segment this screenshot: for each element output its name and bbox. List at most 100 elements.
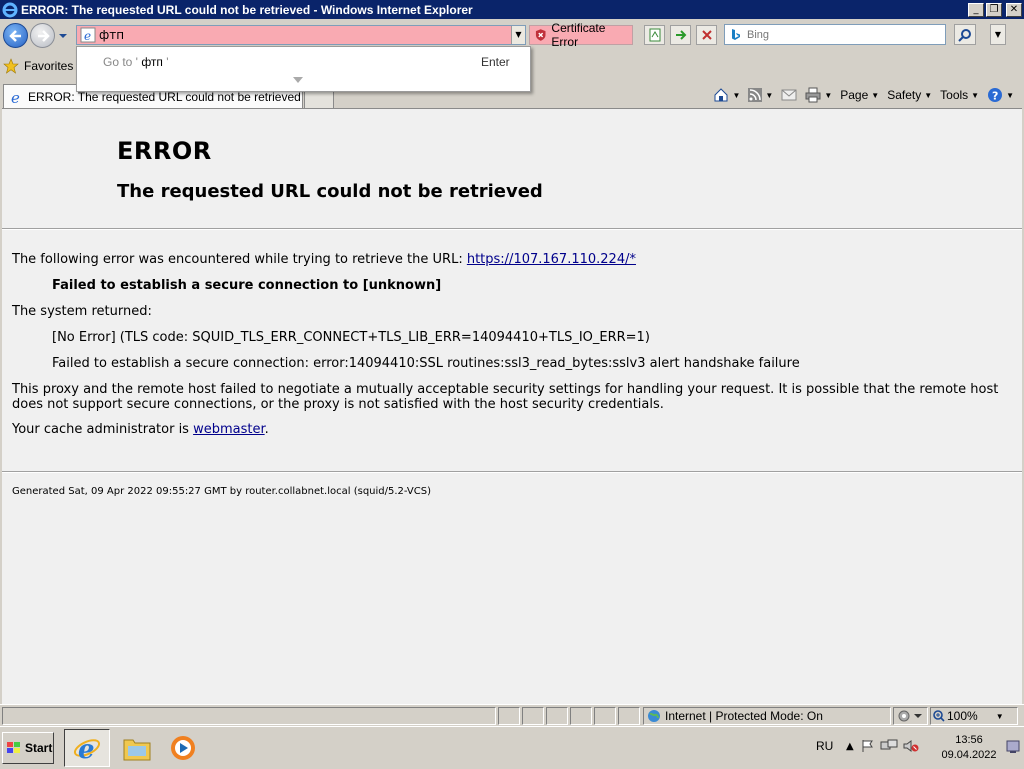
webmaster-link[interactable]: webmaster <box>193 422 265 437</box>
admin-prefix: Your cache administrator is <box>12 422 194 437</box>
stop-x-icon <box>701 30 712 40</box>
certificate-error-button[interactable]: Certificate Error <box>529 21 633 49</box>
requested-url-link[interactable]: https://107.167.110.224/* <box>467 252 636 267</box>
zone-label: Internet | Protected Mode: On <box>665 709 823 723</box>
back-button[interactable] <box>3 23 28 48</box>
system-returned-text: The system returned: <box>12 304 152 319</box>
folder-icon <box>123 739 151 761</box>
safety-menu-label: Safety <box>887 88 922 102</box>
status-text-pane <box>2 707 496 725</box>
feeds-button[interactable]: ▼ <box>748 88 773 102</box>
page-menu-label: Page <box>840 88 869 102</box>
zoom-magnifier-icon <box>933 710 945 722</box>
status-pane <box>546 707 568 725</box>
error-subheading: The requested URL could not be retrieved <box>117 181 543 202</box>
status-pane <box>522 707 544 725</box>
tools-menu-label: Tools <box>940 88 969 102</box>
title-bar: ERROR: The requested URL could not be re… <box>0 0 1024 19</box>
status-pane <box>498 707 520 725</box>
expand-suggestions-icon[interactable] <box>292 76 304 84</box>
restore-button[interactable]: ❐ <box>986 2 1002 17</box>
printer-icon <box>805 87 821 103</box>
page-menu[interactable]: Page ▼ <box>840 88 879 102</box>
svg-text:e: e <box>84 29 91 43</box>
address-input[interactable]: фтп <box>99 28 511 42</box>
taskbar-internet-explorer[interactable]: e <box>64 729 110 767</box>
zoom-button[interactable]: 100% ▼ <box>930 707 1018 725</box>
favorites-button[interactable]: Favorites <box>3 58 73 74</box>
bing-icon <box>732 28 740 40</box>
safety-menu[interactable]: Safety ▼ <box>887 88 932 102</box>
address-autocomplete-popup[interactable]: Go to ' фтп ' Enter <box>76 46 531 92</box>
svg-text:e: e <box>11 89 20 105</box>
status-pane <box>594 707 616 725</box>
zoom-dropdown-icon[interactable]: ▼ <box>996 712 1004 721</box>
go-button[interactable] <box>670 25 691 45</box>
search-button[interactable] <box>954 24 976 45</box>
admin-suffix: . <box>264 422 269 437</box>
zoom-level: 100% <box>947 709 978 723</box>
forward-arrow-icon <box>38 30 50 42</box>
page-ie-icon: e <box>80 27 96 43</box>
fail-connect-text: Failed to establish a secure connection … <box>52 278 442 293</box>
action-center-flag-icon[interactable] <box>860 739 876 753</box>
forward-button[interactable] <box>30 23 55 48</box>
help-button[interactable]: ? ▼ <box>987 87 1014 103</box>
print-button[interactable]: ▼ <box>805 87 832 103</box>
clock-date: 09.04.2022 <box>941 749 997 761</box>
volume-muted-icon[interactable] <box>902 739 920 753</box>
goto-suffix: ' <box>162 55 169 69</box>
taskbar-media-player[interactable] <box>160 729 206 767</box>
magnifier-icon <box>958 28 971 42</box>
favorites-star-icon <box>3 58 19 74</box>
page-content: ERROR The requested URL could not be ret… <box>2 108 1022 704</box>
start-button[interactable]: Start <box>2 732 54 764</box>
window-title: ERROR: The requested URL could not be re… <box>21 2 473 17</box>
divider-bottom <box>2 471 1022 473</box>
taskbar-windows-explorer[interactable] <box>114 729 160 767</box>
compatibility-view-button[interactable] <box>644 25 665 45</box>
search-box[interactable]: Bing <box>724 24 946 45</box>
clock[interactable]: 13:56 09.04.2022 <box>934 733 1004 763</box>
start-label: Start <box>25 741 53 755</box>
media-player-icon <box>171 736 195 760</box>
goto-query: фтп <box>137 55 163 69</box>
goto-prefix: Go to ' <box>103 55 138 69</box>
intro-text: The following error was encountered whil… <box>12 252 467 267</box>
status-bar: Internet | Protected Mode: On 100% ▼ <box>0 704 1024 726</box>
rss-icon <box>748 88 763 102</box>
tray-icons: ▲ <box>846 739 920 753</box>
protected-mode-toggle[interactable] <box>893 707 928 725</box>
help-icon: ? <box>988 88 1003 103</box>
mail-icon <box>781 89 797 101</box>
tls-code-text: [No Error] (TLS code: SQUID_TLS_ERR_CONN… <box>52 330 650 345</box>
minimize-button[interactable]: _ <box>968 2 984 17</box>
search-placeholder: Bing <box>747 28 770 41</box>
show-desktop-icon[interactable] <box>1006 739 1020 755</box>
security-zone[interactable]: Internet | Protected Mode: On <box>643 707 891 725</box>
ie-logo-icon <box>2 2 18 17</box>
pop-up-gear-icon <box>898 710 922 722</box>
stop-button[interactable] <box>696 25 717 45</box>
autocomplete-goto-item[interactable]: Go to ' фтп ' <box>103 55 169 69</box>
close-button[interactable]: ✕ <box>1006 2 1022 17</box>
status-pane <box>618 707 640 725</box>
mail-button[interactable] <box>781 89 797 101</box>
shield-error-icon <box>535 29 546 41</box>
network-icon[interactable] <box>880 739 898 753</box>
tools-menu[interactable]: Tools ▼ <box>940 88 979 102</box>
address-bar[interactable]: e фтп ▼ <box>76 25 526 45</box>
globe-icon <box>648 710 660 722</box>
taskbar: Start e RU ▲ 13:56 09.04.2022 <box>0 726 1024 768</box>
language-indicator[interactable]: RU <box>816 739 833 753</box>
system-tray: RU ▲ 13:56 09.04.2022 <box>810 727 1024 769</box>
address-dropdown-icon[interactable]: ▼ <box>511 26 525 44</box>
internet-explorer-icon: e <box>73 735 101 763</box>
show-hidden-icons-button[interactable]: ▲ <box>846 741 854 752</box>
search-options-dropdown[interactable]: ▼ <box>990 24 1006 45</box>
description-text: This proxy and the remote host failed to… <box>12 382 999 412</box>
svg-text:?: ? <box>992 90 998 103</box>
home-button[interactable]: ▼ <box>713 87 740 103</box>
go-arrow-icon <box>675 30 686 40</box>
recent-pages-dropdown-icon[interactable] <box>58 31 68 41</box>
